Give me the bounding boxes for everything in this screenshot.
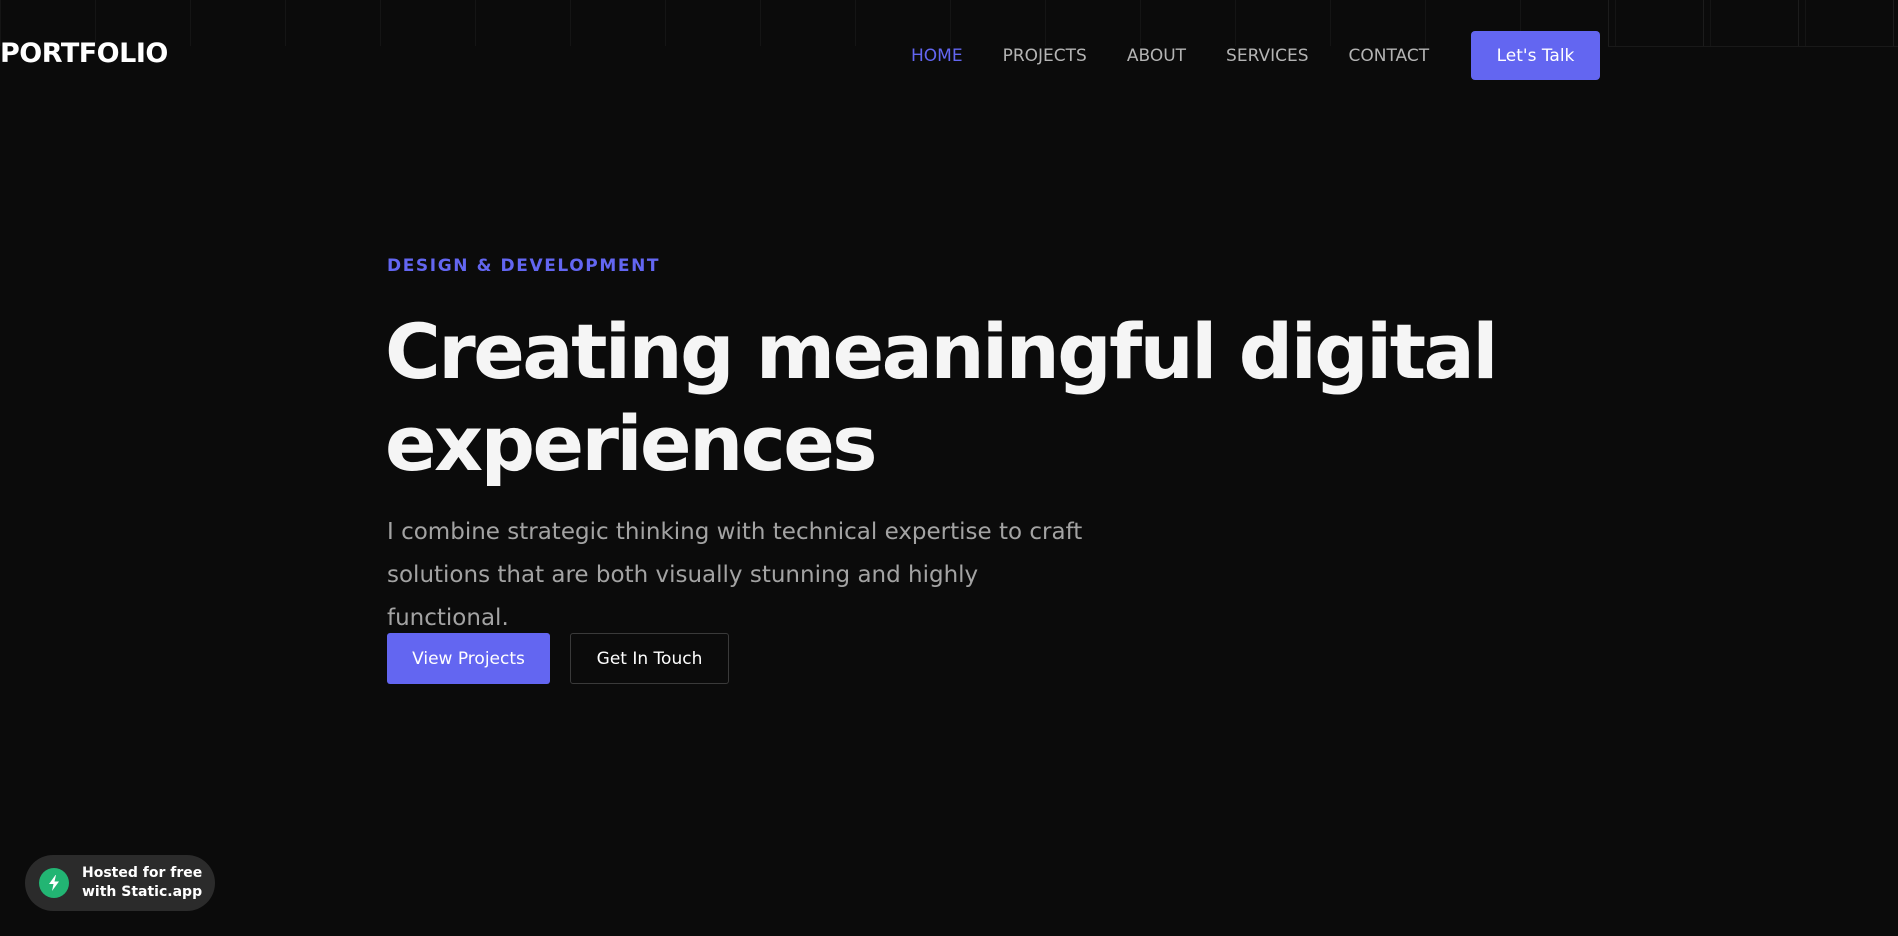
hero-headline: Creating meaningful digital experiences (385, 306, 1535, 490)
hosted-badge-line-2: with Static.app (82, 884, 203, 900)
hosted-badge-text: Hosted for free with Static.app (82, 864, 202, 902)
hero-headline-line-1: Creating meaningful digital (385, 307, 1498, 396)
nav-link-home[interactable]: HOME (911, 46, 963, 66)
hosted-badge-line-1: Hosted for free (82, 865, 203, 881)
hero-headline-line-2: experiences (385, 399, 878, 488)
hero-subtext-line-2: solutions that are both visually stunnin… (387, 562, 979, 631)
lets-talk-button[interactable]: Let's Talk (1471, 31, 1600, 80)
hero-subtext-line-1: I combine strategic thinking with techni… (387, 519, 1083, 545)
site-logo[interactable]: PORTFOLIO (0, 38, 168, 69)
hosted-badge[interactable]: Hosted for free with Static.app (25, 855, 215, 911)
hero-subtext: I combine strategic thinking with techni… (387, 511, 1107, 640)
lightning-icon (39, 868, 69, 898)
get-in-touch-button[interactable]: Get In Touch (570, 633, 729, 684)
hero-eyebrow: DESIGN & DEVELOPMENT (387, 256, 661, 276)
page: PORTFOLIO HOME PROJECTS ABOUT SERVICES C… (0, 0, 1898, 936)
view-projects-button[interactable]: View Projects (387, 633, 550, 684)
nav-link-projects[interactable]: PROJECTS (1003, 46, 1087, 66)
top-grid-right-decoration (1608, 0, 1898, 47)
nav-link-about[interactable]: ABOUT (1127, 46, 1186, 66)
nav-link-services[interactable]: SERVICES (1226, 46, 1308, 66)
nav-link-contact[interactable]: CONTACT (1349, 46, 1430, 66)
main-nav: HOME PROJECTS ABOUT SERVICES CONTACT (911, 46, 1469, 66)
